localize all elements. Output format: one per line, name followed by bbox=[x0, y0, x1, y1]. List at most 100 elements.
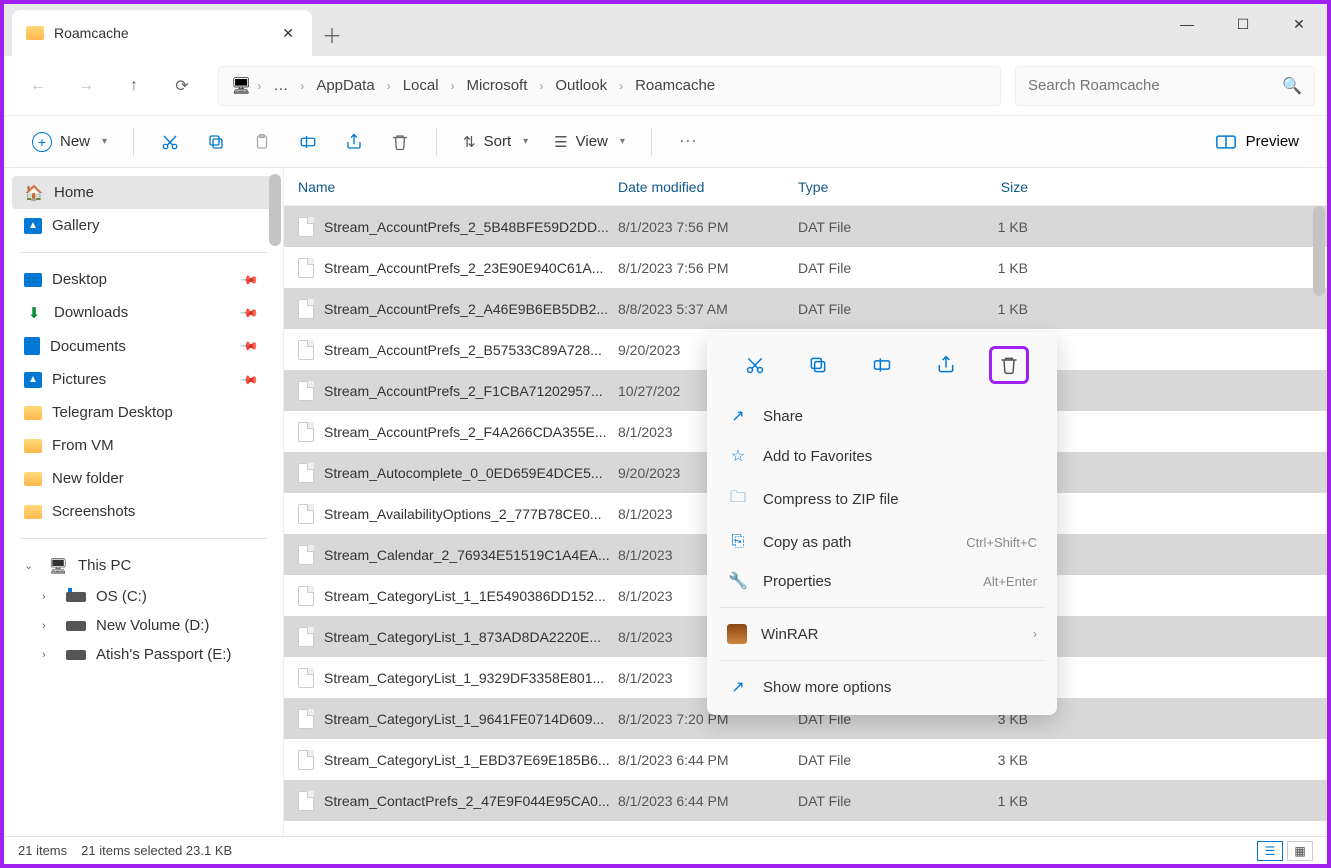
window-tab[interactable]: Roamcache ✕ bbox=[12, 10, 312, 56]
file-icon bbox=[298, 217, 314, 237]
column-name[interactable]: Name bbox=[298, 179, 618, 195]
close-tab-icon[interactable]: ✕ bbox=[278, 21, 298, 46]
maximize-button[interactable]: ☐ bbox=[1215, 4, 1271, 44]
tab-title: Roamcache bbox=[54, 25, 268, 41]
view-details-button[interactable]: ☰ bbox=[1257, 841, 1283, 861]
new-label: New bbox=[60, 133, 90, 150]
preview-button[interactable]: Preview bbox=[1206, 127, 1309, 156]
paste-button[interactable] bbox=[242, 124, 282, 160]
file-icon bbox=[298, 422, 314, 442]
view-button[interactable]: ☰ View ▾ bbox=[544, 127, 635, 157]
path-segment[interactable]: Outlook bbox=[549, 73, 613, 98]
scrollbar[interactable] bbox=[1313, 206, 1325, 296]
sidebar-gallery[interactable]: ▲ Gallery bbox=[12, 209, 275, 242]
pc-icon: 🖥 bbox=[48, 558, 68, 574]
share-button[interactable] bbox=[334, 124, 374, 160]
refresh-button[interactable]: ⟳ bbox=[160, 64, 204, 108]
view-thumbnails-button[interactable]: ▦ bbox=[1287, 841, 1313, 861]
minimize-button[interactable]: — bbox=[1159, 4, 1215, 44]
search-box[interactable]: 🔍 bbox=[1015, 66, 1315, 106]
external-icon: ↗ bbox=[727, 677, 749, 697]
folder-icon bbox=[26, 26, 44, 40]
address-bar[interactable]: 🖥 › … › AppData › Local › Microsoft › Ou… bbox=[218, 66, 1001, 106]
sidebar-quick-item[interactable]: ▲Pictures📌 bbox=[12, 363, 275, 396]
column-headers: ⌃ Name Date modified Type Size bbox=[284, 168, 1327, 206]
sort-indicator-icon: ⌃ bbox=[744, 168, 752, 175]
file-icon bbox=[298, 340, 314, 360]
cm-share-item[interactable]: ↗ Share bbox=[715, 396, 1049, 436]
file-row[interactable]: Stream_AccountPrefs_2_23E90E940C61A...8/… bbox=[284, 247, 1327, 288]
path-more[interactable]: … bbox=[267, 73, 294, 98]
sidebar-quick-item[interactable]: Documents📌 bbox=[12, 329, 275, 363]
cm-delete-button[interactable] bbox=[989, 346, 1029, 384]
sidebar-quick-item[interactable]: New folder bbox=[12, 462, 275, 495]
file-icon bbox=[298, 791, 314, 811]
file-icon bbox=[298, 668, 314, 688]
file-row[interactable]: Stream_AccountPrefs_2_A46E9B6EB5DB2...8/… bbox=[284, 288, 1327, 329]
sidebar-this-pc[interactable]: ⌄ 🖥 This PC bbox=[12, 549, 275, 582]
rename-button[interactable] bbox=[288, 124, 328, 160]
forward-button[interactable]: → bbox=[64, 64, 108, 108]
sidebar-drive-item[interactable]: ›OS (C:) bbox=[12, 582, 275, 611]
more-button[interactable]: ⋯ bbox=[668, 124, 708, 160]
sidebar-drive-item[interactable]: ›Atish's Passport (E:) bbox=[12, 640, 275, 669]
cm-properties-item[interactable]: 🔧 Properties Alt+Enter bbox=[715, 561, 1049, 601]
cm-share-button[interactable] bbox=[926, 346, 966, 384]
search-input[interactable] bbox=[1028, 77, 1275, 94]
toolbar: + New ▾ ⇅ Sort ▾ ☰ View ▾ ⋯ Preview bbox=[4, 116, 1327, 168]
chevron-right-icon: › bbox=[257, 79, 261, 93]
column-type[interactable]: Type bbox=[798, 179, 948, 195]
delete-button[interactable] bbox=[380, 124, 420, 160]
sidebar-quick-item[interactable]: From VM bbox=[12, 429, 275, 462]
file-row[interactable]: Stream_CategoryList_1_EBD37E69E185B6...8… bbox=[284, 739, 1327, 780]
cm-winrar-item[interactable]: WinRAR › bbox=[715, 614, 1049, 654]
cut-button[interactable] bbox=[150, 124, 190, 160]
cm-cut-button[interactable] bbox=[735, 346, 775, 384]
chevron-down-icon[interactable]: ⌄ bbox=[24, 559, 38, 572]
window-controls: — ☐ ✕ bbox=[1159, 4, 1327, 44]
cm-favorites-item[interactable]: ☆ Add to Favorites bbox=[715, 436, 1049, 476]
path-segment[interactable]: Local bbox=[397, 73, 445, 98]
sidebar-quick-item[interactable]: ⬇Downloads📌 bbox=[12, 296, 275, 329]
status-bar: 21 items 21 items selected 23.1 KB ☰ ▦ bbox=[4, 836, 1327, 864]
sidebar: 🏠 Home ▲ Gallery Desktop📌⬇Downloads📌Docu… bbox=[4, 168, 284, 836]
column-date[interactable]: Date modified bbox=[618, 179, 798, 195]
cm-copypath-item[interactable]: ⎘ Copy as path Ctrl+Shift+C bbox=[715, 523, 1049, 561]
path-icon: ⎘ bbox=[727, 533, 749, 551]
sort-button[interactable]: ⇅ Sort ▾ bbox=[453, 127, 538, 157]
cm-zip-item[interactable]: 🗀 Compress to ZIP file bbox=[715, 476, 1049, 523]
cm-copy-button[interactable] bbox=[798, 346, 838, 384]
zip-icon: 🗀 bbox=[727, 486, 749, 513]
cm-more-options-item[interactable]: ↗ Show more options bbox=[715, 667, 1049, 707]
close-button[interactable]: ✕ bbox=[1271, 4, 1327, 44]
file-row[interactable]: Stream_AccountPrefs_2_5B48BFE59D2DD...8/… bbox=[284, 206, 1327, 247]
file-row[interactable]: Stream_ContactPrefs_2_47E9F044E95CA0...8… bbox=[284, 780, 1327, 821]
new-button[interactable]: + New ▾ bbox=[22, 126, 117, 158]
status-selected: 21 items selected 23.1 KB bbox=[81, 843, 232, 858]
title-bar: Roamcache ✕ ＋ — ☐ ✕ bbox=[4, 4, 1327, 56]
wrench-icon: 🔧 bbox=[727, 571, 749, 591]
chevron-down-icon: ▾ bbox=[102, 136, 107, 147]
sidebar-quick-item[interactable]: Telegram Desktop bbox=[12, 396, 275, 429]
back-button[interactable]: ← bbox=[16, 64, 60, 108]
path-segment[interactable]: Roamcache bbox=[629, 73, 721, 98]
column-size[interactable]: Size bbox=[948, 179, 1028, 195]
new-tab-button[interactable]: ＋ bbox=[312, 4, 352, 49]
scrollbar[interactable] bbox=[269, 174, 281, 246]
sidebar-home[interactable]: 🏠 Home bbox=[12, 176, 275, 209]
file-icon bbox=[298, 258, 314, 278]
path-segment[interactable]: AppData bbox=[310, 73, 380, 98]
cm-rename-button[interactable] bbox=[862, 346, 902, 384]
sidebar-drive-item[interactable]: ›New Volume (D:) bbox=[12, 611, 275, 640]
up-button[interactable]: ↑ bbox=[112, 64, 156, 108]
nav-bar: ← → ↑ ⟳ 🖥 › … › AppData › Local › Micros… bbox=[4, 56, 1327, 116]
home-icon: 🏠 bbox=[24, 185, 44, 201]
star-icon: ☆ bbox=[727, 446, 749, 466]
copy-button[interactable] bbox=[196, 124, 236, 160]
path-segment[interactable]: Microsoft bbox=[461, 73, 534, 98]
sidebar-quick-item[interactable]: Desktop📌 bbox=[12, 263, 275, 296]
chevron-right-icon: › bbox=[1033, 627, 1037, 641]
plus-icon: + bbox=[32, 132, 52, 152]
winrar-icon bbox=[727, 624, 747, 644]
sidebar-quick-item[interactable]: Screenshots bbox=[12, 495, 275, 528]
